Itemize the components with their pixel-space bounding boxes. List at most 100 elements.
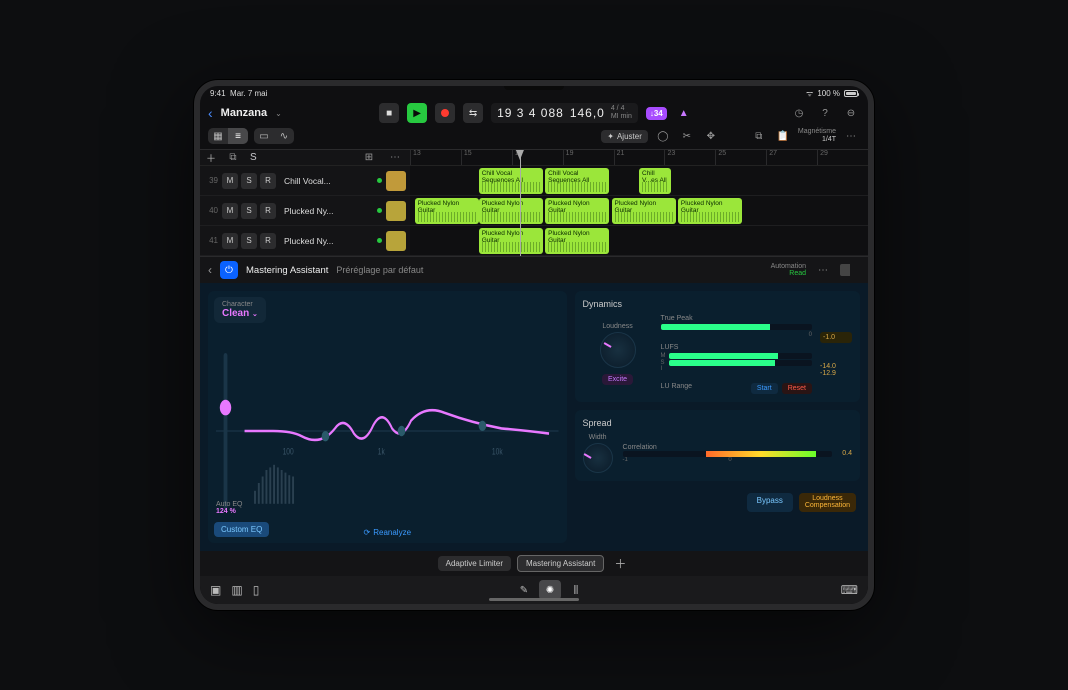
excite-button[interactable]: Excite [602,374,633,385]
reset-button[interactable]: Reset [782,383,812,394]
ruler-tick[interactable]: 23 [664,150,715,165]
ruler-tick[interactable]: 21 [614,150,665,165]
track-instrument-icon[interactable] [386,171,406,191]
add-region-icon[interactable]: ⊞ [360,149,378,167]
character-selector[interactable]: Character Clean ⌄ [214,297,266,323]
edit-mode-mixer[interactable]: ⫼ [565,580,587,600]
chain-add-button[interactable]: ＋ [610,555,630,572]
chain-mastering-assistant[interactable]: Mastering Assistant [517,555,604,572]
add-track-button[interactable]: ＋ [206,150,216,165]
list-view-button[interactable]: ≡ [228,128,248,144]
width-knob[interactable] [583,443,613,473]
timeline[interactable]: 131517192123252729 Chill Vocal Sequences… [410,150,868,256]
plugin-more-icon[interactable]: ⋯ [814,261,832,279]
grid-view-button[interactable]: ▦ [208,128,228,144]
automation-button[interactable]: ∿ [274,128,294,144]
more-icon[interactable]: ⋯ [842,127,860,145]
project-dropdown-icon[interactable]: ⌄ [275,109,282,118]
keyboard-icon[interactable]: ⌨ [841,583,858,597]
history-icon[interactable]: ◷ [790,104,808,122]
track-instrument-icon[interactable] [386,231,406,251]
ruler-tick[interactable]: 19 [563,150,614,165]
automation-mode[interactable]: Automation Read [771,263,806,277]
settings-icon[interactable]: ⊖ [842,104,860,122]
plugin-back-button[interactable]: ‹ [208,263,212,277]
custom-eq-button[interactable]: Custom EQ [214,522,269,537]
start-button[interactable]: Start [751,383,778,394]
plugin-power-button[interactable]: ⏻ [220,261,238,279]
solo-header[interactable]: S [250,152,257,163]
library-icon[interactable]: ▣ [210,583,221,597]
plugin-preset[interactable]: Préréglage par défaut [336,265,423,275]
play-button[interactable]: ▶ [407,103,427,123]
audio-region[interactable]: Plucked Nylon Guitar [612,198,676,224]
track-row[interactable]: 41MSRPlucked Ny... [200,226,410,256]
tuning-fork-icon[interactable]: ▲ [675,104,693,122]
solo-button[interactable]: S [241,173,257,189]
playhead[interactable] [520,150,521,256]
browser-icon[interactable]: ▥ [231,583,242,597]
loop-tool-icon[interactable]: ◯ [654,127,672,145]
track-more-icon[interactable]: ⋯ [386,149,404,167]
track-row[interactable]: 39MSRChill Vocal... [200,166,410,196]
track-instrument-icon[interactable] [386,201,406,221]
move-tool-icon[interactable]: ✥ [702,127,720,145]
help-icon[interactable]: ? [816,104,834,122]
audio-region[interactable]: Plucked Nylon Guitar [415,198,479,224]
width-label: Width [589,434,607,441]
ruler-tick[interactable]: 29 [817,150,868,165]
sub-toolbar: ▦ ≡ ▭ ∿ ✦ Ajuster ◯ ✂ ✥ ⧉ 📋 Magnétisme 1… [200,125,868,149]
scissors-icon[interactable]: ✂ [678,127,696,145]
edit-mode-pencil[interactable]: ✎ [513,580,535,600]
record-enable-button[interactable]: R [260,233,276,249]
audio-region[interactable]: Plucked Nylon Guitar [479,228,543,254]
duplicate-track-icon[interactable]: ⧉ [224,149,242,167]
audio-region[interactable]: Plucked Nylon Guitar [678,198,742,224]
copy-icon[interactable]: ⧉ [750,127,768,145]
lufs-label: LUFS [661,344,812,351]
record-enable-button[interactable]: R [260,203,276,219]
back-button[interactable]: ‹ [208,105,213,121]
record-button[interactable] [435,103,455,123]
audio-region[interactable]: Chill V...es All [639,168,671,194]
ruler-tick[interactable]: 27 [766,150,817,165]
audio-region[interactable]: Chill Vocal Sequences All [545,168,609,194]
view-segment: ▦ ≡ [208,128,248,144]
panel-button[interactable]: ▭ [254,128,274,144]
cycle-button[interactable]: ⇆ [463,103,483,123]
bars-tag[interactable]: ↓34 [646,107,667,120]
chain-adaptive-limiter[interactable]: Adaptive Limiter [438,556,511,571]
project-name[interactable]: Manzana [221,107,267,119]
solo-button[interactable]: S [241,203,257,219]
notepad-icon[interactable]: ▯ [253,583,260,597]
bypass-button[interactable]: Bypass [747,493,793,512]
audio-region[interactable]: Plucked Nylon Guitar [479,198,543,224]
track-number: 39 [204,176,218,185]
track-row[interactable]: 40MSRPlucked Ny... [200,196,410,226]
mute-button[interactable]: M [222,173,238,189]
ruler-tick[interactable]: 25 [715,150,766,165]
solo-button[interactable]: S [241,233,257,249]
eq-curve[interactable]: 100 1k 10k [216,327,559,535]
mute-button[interactable]: M [222,233,238,249]
loudness-knob[interactable] [600,332,636,368]
status-right: ᯤ 100 % [806,88,858,99]
lcd-display[interactable]: 19 3 4 088 146,0 4 / 4 MI min [491,103,638,122]
ruler-tick[interactable]: 13 [410,150,461,165]
record-enable-button[interactable]: R [260,173,276,189]
home-indicator[interactable] [489,598,579,601]
audio-region[interactable]: Plucked Nylon Guitar [545,228,609,254]
paste-icon[interactable]: 📋 [774,127,792,145]
ruler-tick[interactable]: 15 [461,150,512,165]
audio-region[interactable]: Chill Vocal Sequences All [479,168,543,194]
mute-button[interactable]: M [222,203,238,219]
loudness-compensation-button[interactable]: LoudnessCompensation [799,493,856,512]
audio-region[interactable]: Plucked Nylon Guitar [545,198,609,224]
edit-mode-gear[interactable]: ✺ [539,580,561,600]
ruler[interactable]: 131517192123252729 [410,150,868,166]
stop-button[interactable]: ■ [379,103,399,123]
adjust-tool[interactable]: ✦ Ajuster [601,130,648,143]
snap-indicator[interactable]: Magnétisme 1/4T [798,128,836,143]
reanalyze-button[interactable]: ⟳ Reanalyze [364,528,412,537]
adjust-label: Ajuster [617,132,642,141]
